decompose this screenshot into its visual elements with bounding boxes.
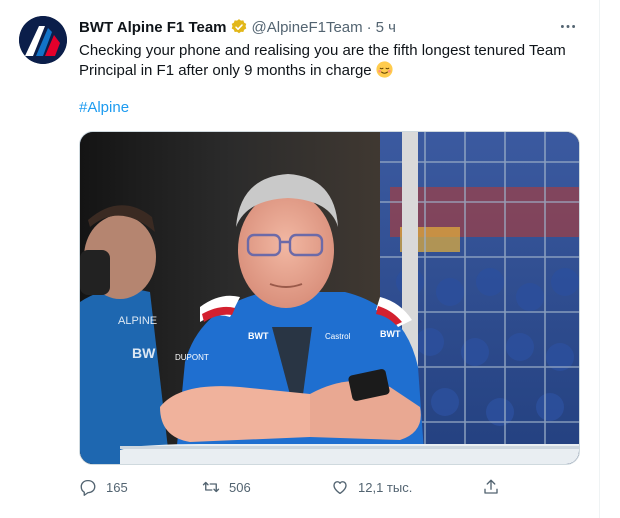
like-icon bbox=[333, 481, 347, 495]
like-count: 12,1 тыс. bbox=[358, 479, 413, 495]
share-button[interactable] bbox=[482, 478, 509, 496]
svg-text:DUPONT: DUPONT bbox=[175, 353, 209, 362]
tweet-text-content: Checking your phone and realising you ar… bbox=[79, 42, 566, 79]
tweet-card[interactable]: BWT Alpine F1 Team @AlpineF1Team · 5 ч C… bbox=[0, 0, 600, 518]
svg-text:Castrol: Castrol bbox=[325, 332, 351, 341]
display-name[interactable]: BWT Alpine F1 Team bbox=[79, 19, 227, 36]
timestamp[interactable]: 5 ч bbox=[376, 19, 396, 36]
avatar[interactable] bbox=[19, 16, 67, 64]
tweet-header: BWT Alpine F1 Team @AlpineF1Team · 5 ч bbox=[79, 17, 579, 37]
retweet-icon bbox=[202, 481, 220, 493]
like-button[interactable]: 12,1 тыс. bbox=[331, 478, 412, 496]
tweet-text: Checking your phone and realising you ar… bbox=[79, 41, 579, 81]
share-icon bbox=[484, 479, 498, 494]
more-icon[interactable] bbox=[557, 16, 579, 36]
reply-count: 165 bbox=[106, 479, 128, 495]
hashtag-link[interactable]: #Alpine bbox=[79, 99, 129, 116]
retweet-count: 506 bbox=[229, 479, 251, 495]
action-bar: 165 506 12,1 тыс. bbox=[79, 478, 509, 498]
team-principal-photo[interactable]: ALPINE BW BWT Castrol DUPONT BWT bbox=[79, 131, 580, 465]
reply-button[interactable]: 165 bbox=[79, 478, 128, 496]
svg-text:BWT: BWT bbox=[380, 329, 401, 339]
separator-dot: · bbox=[366, 18, 372, 36]
svg-text:BW: BW bbox=[132, 345, 156, 361]
relieved-face-emoji bbox=[376, 61, 393, 78]
handle[interactable]: @AlpineF1Team bbox=[252, 19, 363, 36]
verified-badge-icon bbox=[230, 18, 248, 36]
retweet-button[interactable]: 506 bbox=[202, 478, 251, 496]
reply-icon bbox=[80, 479, 96, 496]
svg-text:ALPINE: ALPINE bbox=[118, 315, 157, 327]
svg-text:BWT: BWT bbox=[248, 331, 269, 341]
